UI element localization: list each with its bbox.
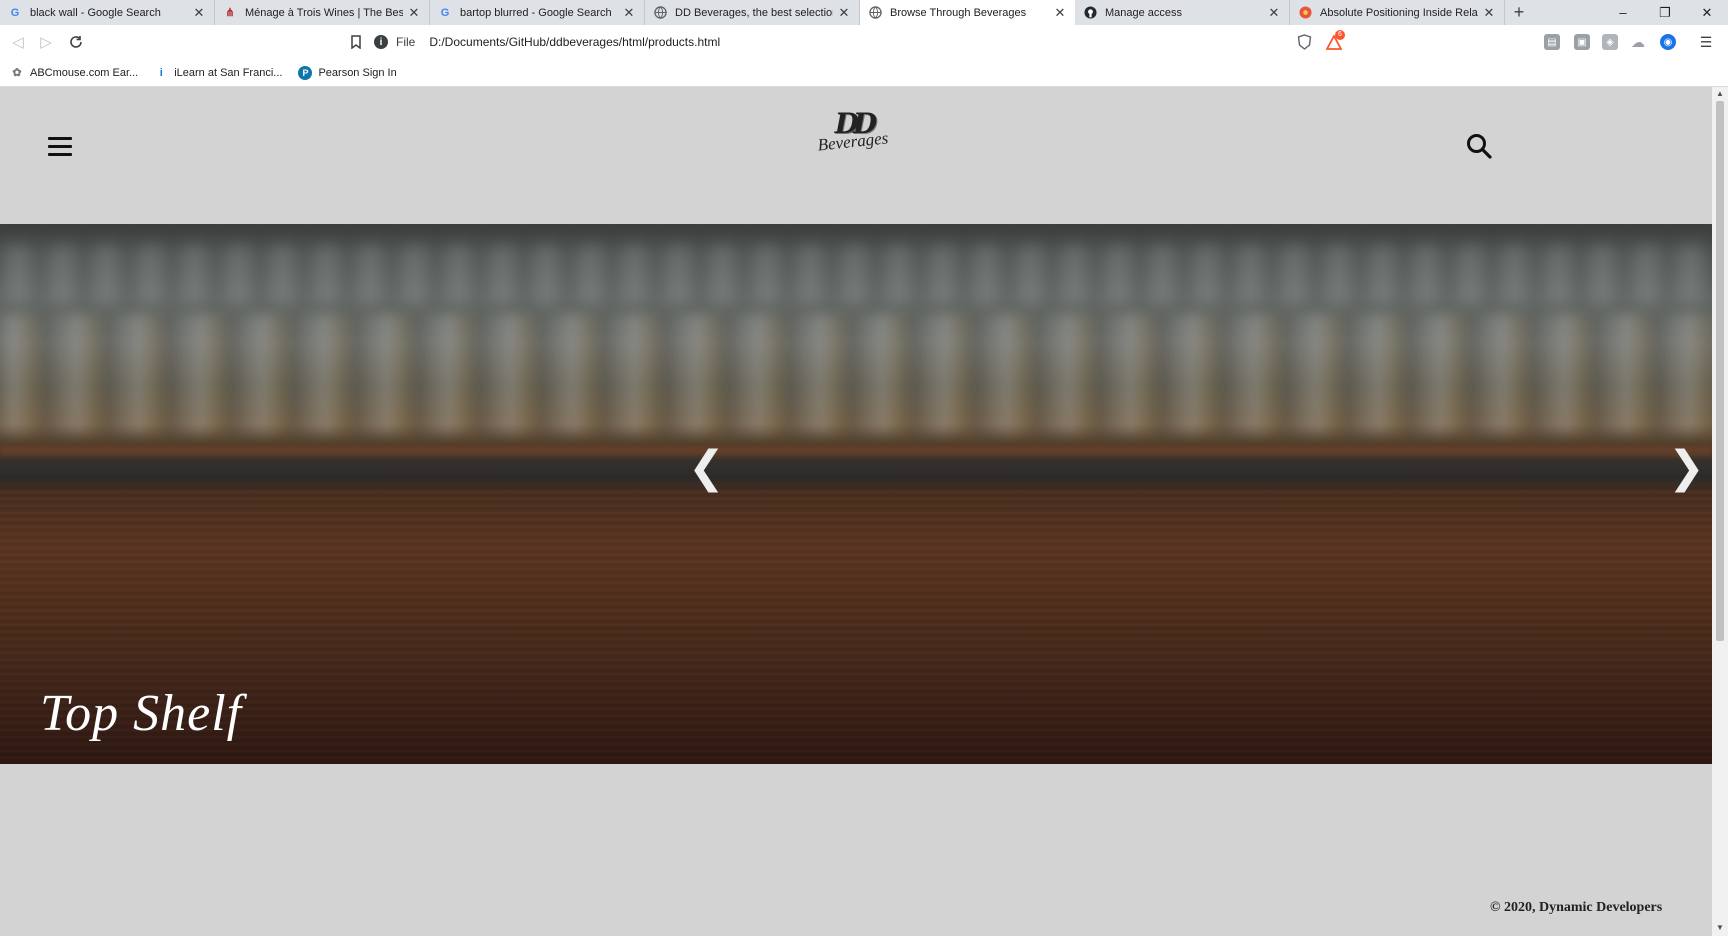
github-icon [1083,6,1097,20]
browser-window: G black wall - Google Search ✕ ⋔ Ménage … [0,0,1728,936]
tab-bartop-blurred[interactable]: G bartop blurred - Google Search ✕ [430,0,645,25]
minimize-button[interactable]: – [1600,0,1646,25]
scroll-down-arrow[interactable]: ▼ [1712,923,1728,932]
close-tab-icon[interactable]: ✕ [1267,5,1281,21]
bookmark-label: ABCmouse.com Ear... [30,66,139,79]
slideshow-prev-button[interactable]: ❮ [688,446,725,490]
close-tab-icon[interactable]: ✕ [407,5,421,21]
tab-absolute-positioning[interactable]: Absolute Positioning Inside Relativ ✕ [1290,0,1505,25]
close-tab-icon[interactable]: ✕ [622,5,636,21]
footer-copyright: © 2020, Dynamic Developers [1490,900,1663,915]
globe-icon [653,6,667,20]
close-tab-icon[interactable]: ✕ [1482,5,1496,21]
page-scrollbar[interactable]: ▲ ▼ [1712,87,1728,936]
reload-icon [70,36,82,48]
globe-icon [868,6,882,20]
search-icon [1467,134,1492,159]
url-text: D:/Documents/GitHub/ddbeverages/html/pro… [429,35,721,49]
pdf-extension-icon[interactable]: ▤ [1544,34,1560,50]
hero-background-ledge [0,446,1712,456]
hamburger-menu-button[interactable] [48,137,72,157]
profile-icon[interactable]: ◉ [1660,34,1676,50]
page-viewport: DD Beverages ❮ ❯ Top Shelf © 2020, Dynam… [0,87,1712,936]
tab-manage-access[interactable]: Manage access ✕ [1075,0,1290,25]
info-icon[interactable]: i [374,35,388,49]
bookmark-icon [351,35,361,49]
pearson-icon: P [298,65,313,80]
tab-title: Absolute Positioning Inside Relativ [1320,6,1478,19]
brave-rewards-icon[interactable]: 6 [1326,30,1345,50]
address-bar[interactable]: i File D:/Documents/GitHub/ddbeverages/h… [374,29,1354,55]
bookmark-button[interactable] [346,32,366,52]
tab-black-wall[interactable]: G black wall - Google Search ✕ [0,0,215,25]
menu-icon[interactable]: ☰ [1698,34,1714,50]
hero-background-bottles [0,314,1712,434]
reload-button[interactable] [66,32,86,52]
hero-title: Top Shelf [40,685,243,742]
tab-dd-beverages[interactable]: DD Beverages, the best selection o ✕ [645,0,860,25]
bookmark-ilearn[interactable]: i iLearn at San Franci... [154,66,283,80]
url-scheme: File [396,35,416,49]
browser-toolbar: ◁ ▷ i File D:/Documents/GitHub/ddbeverag… [0,25,1728,59]
close-window-button[interactable]: ✕ [1684,0,1728,25]
bookmark-pearson[interactable]: P Pearson Sign In [298,65,397,80]
bookmark-abcmouse[interactable]: ✿ ABCmouse.com Ear... [10,66,138,80]
tab-title: Browse Through Beverages [890,6,1027,19]
shield-extension-icon[interactable]: ◈ [1602,34,1618,50]
tab-title: DD Beverages, the best selection o [675,6,833,19]
tab-title: bartop blurred - Google Search [460,6,612,19]
site-logo[interactable]: DD Beverages [808,109,898,167]
close-tab-icon[interactable]: ✕ [192,5,206,21]
abcmouse-icon: ✿ [12,67,22,79]
forward-button[interactable]: ▷ [36,32,56,52]
tab-title: black wall - Google Search [30,6,161,19]
notification-badge: 6 [1335,30,1345,40]
new-tab-button[interactable]: + [1505,0,1533,25]
hero-background-bartop [0,486,1712,764]
bookmark-label: Pearson Sign In [318,66,397,79]
tab-title: Ménage à Trois Wines | The Best R [245,6,403,19]
back-button[interactable]: ◁ [8,32,28,52]
close-tab-icon[interactable]: ✕ [837,5,851,21]
close-tab-icon[interactable]: ✕ [1053,5,1067,21]
bookmark-label: iLearn at San Franci... [174,66,283,79]
css-tricks-icon [1298,6,1312,20]
tab-browse-through-beverages[interactable]: Browse Through Beverages ✕ [860,0,1075,25]
brave-shield-icon[interactable] [1296,34,1312,50]
tab-strip: G black wall - Google Search ✕ ⋔ Ménage … [0,0,1728,25]
bookmarks-bar: ✿ ABCmouse.com Ear... i iLearn at San Fr… [0,59,1728,87]
scrollbar-thumb[interactable] [1716,101,1724,641]
google-icon: G [440,6,450,19]
search-button[interactable] [1466,133,1492,159]
hamburger-line [48,137,72,140]
tab-menage-a-trois[interactable]: ⋔ Ménage à Trois Wines | The Best R ✕ [215,0,430,25]
tab-title: Manage access [1105,6,1183,19]
scroll-up-arrow[interactable]: ▲ [1712,89,1728,98]
cloud-extension-icon[interactable]: ☁ [1630,34,1646,50]
info-icon: i [159,66,163,79]
hamburger-line [48,145,72,148]
google-icon: G [10,6,20,19]
hero-slideshow: ❮ ❯ Top Shelf [0,224,1712,764]
restore-button[interactable]: ❐ [1642,0,1688,25]
hero-background-shelf-top [0,244,1712,304]
slideshow-next-button[interactable]: ❯ [1668,446,1705,490]
wine-icon: ⋔ [225,7,235,19]
hamburger-line [48,153,72,156]
lock-extension-icon[interactable]: ▣ [1574,34,1590,50]
